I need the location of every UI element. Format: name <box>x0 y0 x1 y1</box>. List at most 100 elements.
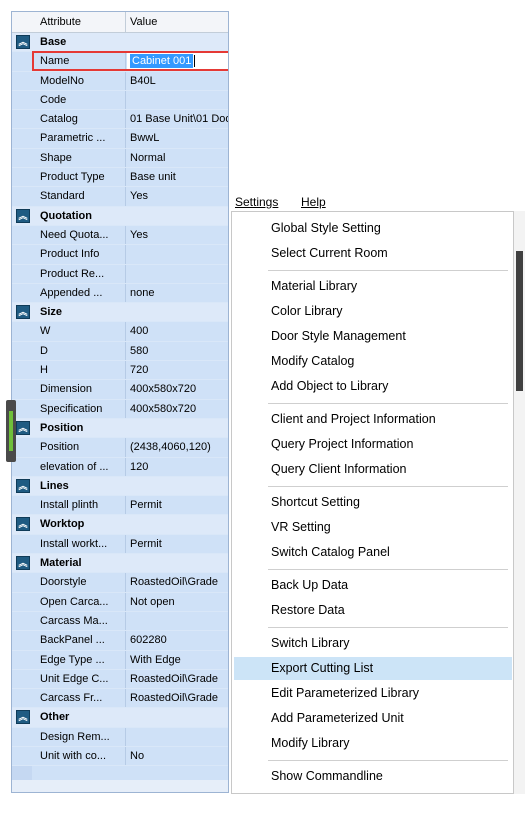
property-row[interactable]: Parametric ... BwwL <box>12 129 228 149</box>
property-row[interactable]: Carcass Ma... <box>12 611 228 632</box>
property-row[interactable]: Product Re... <box>12 264 228 284</box>
property-row[interactable]: Edge Type ... With Edge <box>12 650 228 670</box>
header-attribute[interactable]: Attribute <box>40 12 81 32</box>
menu-item-add-object-to-library[interactable]: Add Object to Library <box>234 375 512 398</box>
menu-item-switch-library[interactable]: Switch Library <box>234 632 512 655</box>
menu-item-show-commandline[interactable]: Show Commandline <box>234 765 512 788</box>
property-value[interactable]: 400x580x720 <box>130 380 228 399</box>
category-row[interactable]: ︽ Size <box>12 303 228 323</box>
property-value[interactable]: none <box>130 284 228 303</box>
property-value[interactable]: 120 <box>130 458 228 477</box>
panel-drag-handle[interactable] <box>6 400 16 462</box>
header-value[interactable]: Value <box>130 12 157 32</box>
property-row[interactable]: Doorstyle RoastedOil\Grade <box>12 573 228 593</box>
property-row[interactable]: BackPanel ... 602280 <box>12 631 228 651</box>
collapse-category-icon[interactable]: ︽ <box>16 420 30 435</box>
property-value[interactable]: Not open <box>130 593 228 612</box>
property-row[interactable]: Specification 400x580x720 <box>12 399 228 419</box>
property-row[interactable]: Need Quota... Yes <box>12 225 228 246</box>
menu-item-switch-catalog-panel[interactable]: Switch Catalog Panel <box>234 541 512 564</box>
menu-item-query-project-information[interactable]: Query Project Information <box>234 433 512 456</box>
property-value[interactable]: Yes <box>130 187 228 206</box>
property-row[interactable]: H 720 <box>12 361 228 381</box>
property-row[interactable]: Appended ... none <box>12 283 228 304</box>
property-value[interactable]: Permit <box>130 535 228 554</box>
category-row[interactable]: ︽ Position <box>12 418 228 439</box>
property-value[interactable]: BwwL <box>130 129 228 148</box>
property-value[interactable]: 720 <box>130 361 228 380</box>
background-window-strip <box>514 211 525 794</box>
property-row[interactable]: W 400 <box>12 322 228 342</box>
property-row[interactable]: Dimension 400x580x720 <box>12 380 228 400</box>
category-row[interactable]: ︽ Base <box>12 33 228 53</box>
property-value[interactable]: Normal <box>130 149 228 168</box>
property-value[interactable]: (2438,4060,120) <box>130 438 228 457</box>
menu-settings[interactable]: Settings <box>235 195 278 209</box>
property-value[interactable]: B40L <box>130 72 228 91</box>
menu-item-door-style-management[interactable]: Door Style Management <box>234 325 512 348</box>
property-row[interactable]: Code <box>12 90 228 111</box>
category-row[interactable]: ︽ Worktop <box>12 515 228 535</box>
menu-item-modify-catalog[interactable]: Modify Catalog <box>234 350 512 373</box>
property-value[interactable]: RoastedOil\Grade <box>130 689 228 708</box>
property-value[interactable]: 400 <box>130 322 228 341</box>
category-row[interactable]: ︽ Lines <box>12 476 228 497</box>
property-row[interactable]: Carcass Fr... RoastedOil\Grade <box>12 689 228 709</box>
property-row[interactable]: Name Cabinet 001 <box>12 51 228 72</box>
property-row[interactable]: Product Type Base unit <box>12 168 228 188</box>
property-row[interactable]: Shape Normal <box>12 148 228 169</box>
property-row[interactable]: Open Carca... Not open <box>12 592 228 612</box>
property-value[interactable]: No <box>130 747 228 766</box>
menu-item-global-style-setting[interactable]: Global Style Setting <box>234 217 512 240</box>
collapse-category-icon[interactable]: ︽ <box>16 208 30 223</box>
property-value[interactable]: Permit <box>130 496 228 515</box>
property-value[interactable]: 580 <box>130 342 228 361</box>
menu-item-material-library[interactable]: Material Library <box>234 275 512 298</box>
property-row[interactable]: Unit with co... No <box>12 746 228 767</box>
property-value[interactable]: Yes <box>130 226 228 245</box>
property-row[interactable]: Position (2438,4060,120) <box>12 438 228 458</box>
menu-item-client-and-project-information[interactable]: Client and Project Information <box>234 408 512 431</box>
menu-item-select-current-room[interactable]: Select Current Room <box>234 242 512 265</box>
menu-item-restore-data[interactable]: Restore Data <box>234 599 512 622</box>
property-row[interactable]: elevation of ... 120 <box>12 457 228 477</box>
collapse-category-icon[interactable]: ︽ <box>16 305 30 320</box>
property-value[interactable]: RoastedOil\Grade <box>130 573 228 592</box>
property-value[interactable]: Base unit <box>130 168 228 187</box>
property-row[interactable]: Product Info <box>12 245 228 265</box>
category-row[interactable]: ︽ Quotation <box>12 206 228 226</box>
menu-item-query-client-information[interactable]: Query Client Information <box>234 458 512 481</box>
menu-item-export-cutting-list[interactable]: Export Cutting List <box>234 657 512 680</box>
property-label: Need Quota... <box>40 228 109 241</box>
menu-help[interactable]: Help <box>301 195 326 209</box>
collapse-category-icon[interactable]: ︽ <box>16 517 30 532</box>
property-row[interactable]: ModelNo B40L <box>12 71 228 91</box>
menu-item-back-up-data[interactable]: Back Up Data <box>234 574 512 597</box>
collapse-category-icon[interactable]: ︽ <box>16 35 30 49</box>
collapse-category-icon[interactable]: ︽ <box>16 556 30 571</box>
property-row[interactable]: Design Rem... <box>12 727 228 747</box>
menu-item-color-library[interactable]: Color Library <box>234 300 512 323</box>
property-value[interactable]: RoastedOil\Grade <box>130 670 228 689</box>
property-value[interactable]: With Edge <box>130 651 228 670</box>
category-row[interactable]: ︽ Material <box>12 554 228 574</box>
menu-item-vr-setting[interactable]: VR Setting <box>234 516 512 539</box>
header-divider[interactable] <box>125 12 126 32</box>
collapse-category-icon[interactable]: ︽ <box>16 710 30 725</box>
property-row[interactable]: Catalog 01 Base Unit\01 Doo <box>12 110 228 130</box>
menu-item-edit-parameterized-library[interactable]: Edit Parameterized Library <box>234 682 512 705</box>
property-row[interactable]: Install plinth Permit <box>12 496 228 516</box>
menu-item-modify-library[interactable]: Modify Library <box>234 732 512 755</box>
property-value[interactable]: 602280 <box>130 631 228 650</box>
property-value[interactable]: 01 Base Unit\01 Doo <box>130 110 228 129</box>
property-value[interactable]: 400x580x720 <box>130 400 228 419</box>
menu-item-shortcut-setting[interactable]: Shortcut Setting <box>234 491 512 514</box>
collapse-category-icon[interactable]: ︽ <box>16 478 30 493</box>
category-row[interactable]: ︽ Other <box>12 708 228 728</box>
menu-separator <box>268 760 508 761</box>
property-row[interactable]: Standard Yes <box>12 187 228 207</box>
menu-item-add-parameterized-unit[interactable]: Add Parameterized Unit <box>234 707 512 730</box>
property-row[interactable]: Install workt... Permit <box>12 534 228 555</box>
property-row[interactable]: D 580 <box>12 341 228 362</box>
property-row[interactable]: Unit Edge C... RoastedOil\Grade <box>12 669 228 690</box>
